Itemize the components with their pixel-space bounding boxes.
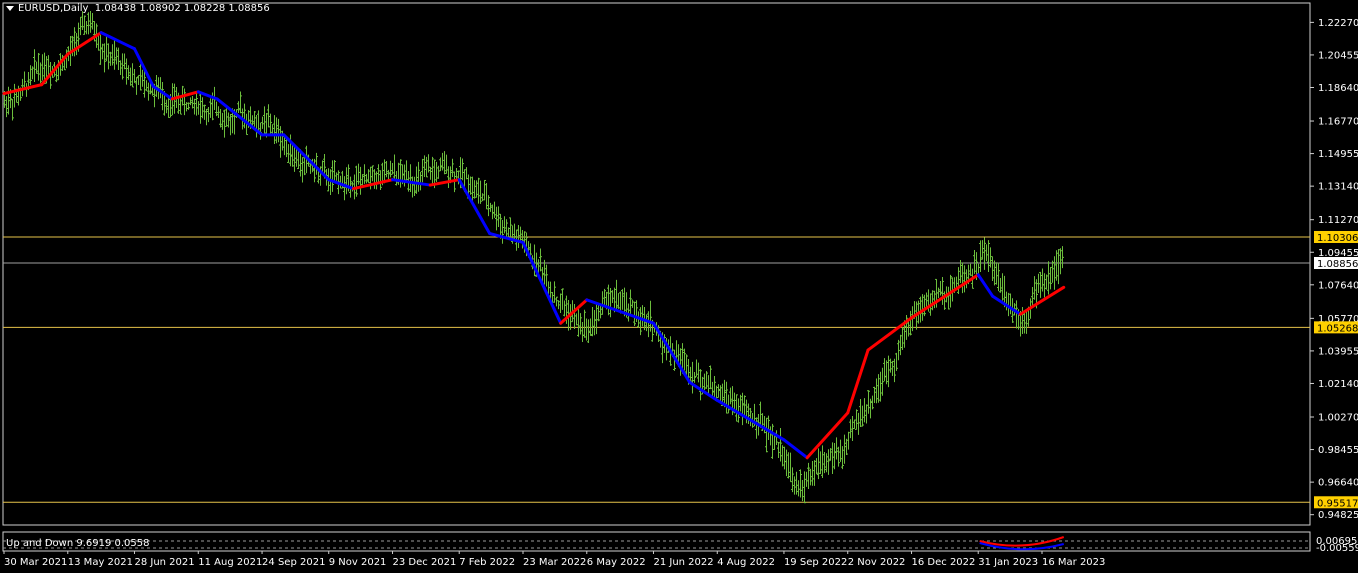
level-label: 1.08856 — [1317, 259, 1358, 270]
x-tick-label: 2 Nov 2022 — [848, 557, 906, 568]
y-tick-label: 0.96640 — [1318, 478, 1358, 489]
x-tick-label: 19 Sep 2022 — [784, 557, 847, 568]
x-tick-label: 24 Sep 2021 — [262, 557, 325, 568]
y-tick-label: 1.14955 — [1318, 149, 1358, 160]
y-tick-label: 1.00270 — [1318, 413, 1358, 424]
x-tick-label: 16 Mar 2023 — [1042, 557, 1105, 568]
price-chart[interactable]: 1.22270 1.20455 1.18640 1.16770 1.14955 1.131… — [0, 0, 1358, 573]
x-tick-label: 7 Feb 2022 — [459, 557, 515, 568]
y-tick-label: 1.02140 — [1318, 379, 1358, 390]
x-tick-label: 6 May 2022 — [587, 557, 646, 568]
chart-header: EURUSD,Daily 1.08438 1.08902 1.08228 1.0… — [6, 3, 270, 14]
level-label: 1.10306 — [1317, 233, 1358, 244]
trend-segment — [805, 411, 850, 460]
price-bars — [3, 11, 1064, 504]
x-tick-label: 31 Jan 2023 — [978, 557, 1038, 568]
indicator-curve-up — [979, 536, 1065, 547]
x-tick-label: 11 Aug 2021 — [198, 557, 262, 568]
y-tick-label: 1.20455 — [1318, 50, 1358, 61]
trend-segment — [866, 316, 914, 352]
trend-segment — [976, 273, 995, 298]
x-tick-label: 30 Mar 2021 — [4, 557, 67, 568]
y-tick-label: 1.03955 — [1318, 346, 1358, 357]
y-tick-label: 1.13140 — [1318, 182, 1358, 193]
trend-segment — [521, 240, 563, 325]
symbol-label: EURUSD,Daily — [18, 3, 89, 14]
trend-segment — [40, 52, 70, 87]
y-tick-label: 1.22270 — [1318, 18, 1358, 29]
level-label: 1.05268 — [1317, 323, 1358, 334]
y-tick-label: 1.11270 — [1318, 215, 1358, 226]
x-tick-label: 4 Aug 2022 — [717, 557, 775, 568]
x-tick-label: 23 Mar 2022 — [523, 557, 586, 568]
trend-segment — [910, 273, 980, 320]
chart-frame — [2, 2, 1311, 526]
x-tick-label: 16 Dec 2022 — [912, 557, 976, 568]
x-tick-label: 21 Jun 2022 — [653, 557, 713, 568]
x-tick-label: 13 May 2021 — [68, 557, 133, 568]
y-tick-label: 0.94825 — [1318, 510, 1358, 521]
y-tick-label: 1.16770 — [1318, 117, 1358, 128]
level-label: 0.95517 — [1317, 498, 1358, 509]
trend-segment — [715, 398, 786, 442]
x-tick-label: 28 Jun 2021 — [134, 557, 194, 568]
y-tick-label: 0.98455 — [1318, 445, 1358, 456]
indicator-scale-label: -0.00559 — [1316, 543, 1358, 554]
y-tick-label: 1.18640 — [1318, 83, 1358, 94]
x-tick-label: 23 Dec 2021 — [393, 557, 457, 568]
x-tick-label: 9 Nov 2021 — [329, 557, 387, 568]
y-tick-label: 1.07640 — [1318, 280, 1358, 291]
collapse-triangle-icon[interactable] — [6, 5, 14, 11]
indicator-header: Up and Down 9.6919 0.0558 — [6, 538, 150, 549]
trend-segment — [215, 97, 264, 137]
ohlc-values: 1.08438 1.08902 1.08228 1.08856 — [94, 3, 270, 14]
